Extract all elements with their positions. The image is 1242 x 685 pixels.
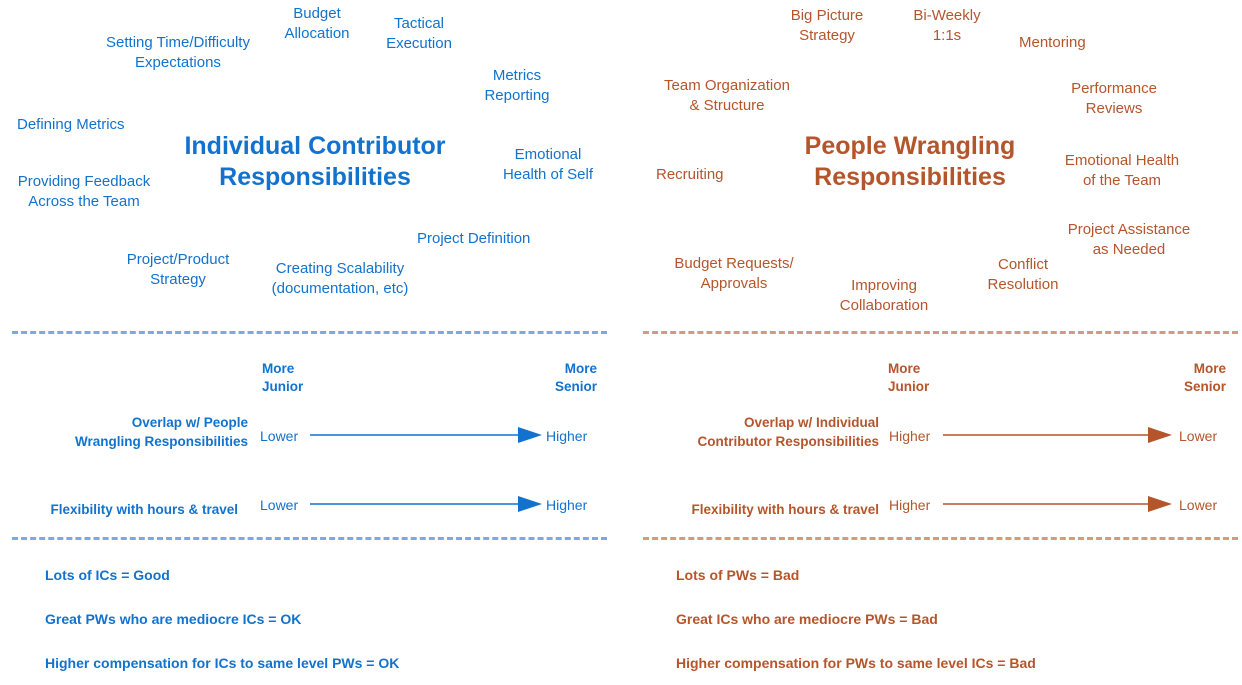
cloud-word: Recruiting bbox=[656, 166, 724, 183]
spectrum-row-label: Flexibility with hours & travel bbox=[691, 502, 879, 517]
cloud-word: Metrics Reporting bbox=[484, 67, 550, 104]
panel-people-wrangling: Big Picture Strategy Bi-Weekly 1:1s Ment… bbox=[621, 0, 1242, 685]
spectrum-row-start: Higher bbox=[889, 497, 931, 513]
spectrum-row-end: Lower bbox=[1179, 428, 1218, 444]
cloud-word: Improving Collaboration bbox=[839, 277, 929, 314]
divider-top-pw bbox=[643, 331, 1238, 334]
cloud-word: Mentoring bbox=[1019, 34, 1086, 51]
cloud-word: Providing Feedback Across the Team bbox=[17, 173, 151, 210]
axis-label-senior-ic: More Senior bbox=[554, 361, 597, 395]
spectrum-row-start: Higher bbox=[889, 428, 931, 444]
spectrum-row-start: Lower bbox=[260, 428, 299, 444]
cloud-word: Creating Scalability (documentation, etc… bbox=[271, 260, 409, 297]
cloud-word: Project/Product Strategy bbox=[126, 251, 230, 288]
spectrum-row-label: Overlap w/ People Wrangling Responsibili… bbox=[74, 415, 248, 450]
panel-individual-contributor: Setting Time/Difficulty Expectations Bud… bbox=[0, 0, 621, 685]
cloud-word: Tactical Execution bbox=[386, 15, 452, 52]
cloud-word: Budget Requests/ Approvals bbox=[674, 255, 794, 292]
cloud-word: Emotional Health of Self bbox=[502, 146, 594, 183]
cloud-word: Project Assistance as Needed bbox=[1067, 221, 1191, 258]
word-cloud-pw: Big Picture Strategy Bi-Weekly 1:1s Ment… bbox=[621, 0, 1242, 325]
axis-label-junior-pw: More Junior bbox=[888, 361, 930, 395]
cloud-title-ic: Individual Contributor Responsibilities bbox=[184, 132, 446, 191]
cloud-word: Emotional Health of the Team bbox=[1064, 152, 1180, 189]
conclusion-item: Great ICs who are mediocre PWs = Bad bbox=[676, 611, 938, 627]
cloud-word: Conflict Resolution bbox=[987, 256, 1059, 293]
divider-bottom-ic bbox=[12, 537, 607, 540]
slide-canvas: Setting Time/Difficulty Expectations Bud… bbox=[0, 0, 1242, 685]
conclusion-item: Higher compensation for PWs to same leve… bbox=[676, 655, 1036, 671]
divider-top-ic bbox=[12, 331, 607, 334]
spectrum-row-label: Overlap w/ Individual Contributor Respon… bbox=[697, 415, 879, 450]
cloud-word: Big Picture Strategy bbox=[790, 7, 864, 44]
spectrum-arrow-right-icon bbox=[310, 496, 542, 512]
conclusion-item: Great PWs who are mediocre ICs = OK bbox=[45, 611, 302, 627]
word-cloud-ic: Setting Time/Difficulty Expectations Bud… bbox=[0, 0, 621, 325]
cloud-title-pw: People Wrangling Responsibilities bbox=[804, 132, 1016, 191]
conclusion-item: Lots of ICs = Good bbox=[45, 567, 170, 583]
divider-bottom-pw bbox=[643, 537, 1238, 540]
conclusion-item: Higher compensation for ICs to same leve… bbox=[45, 655, 400, 671]
cloud-word: Team Organization & Structure bbox=[664, 77, 790, 114]
cloud-word: Bi-Weekly 1:1s bbox=[913, 7, 981, 44]
spectrum-arrow-right-icon bbox=[310, 427, 542, 443]
spectrum-arrow-right-icon bbox=[943, 496, 1172, 512]
spectrum-row-start: Lower bbox=[260, 497, 299, 513]
cloud-word: Project Definition bbox=[417, 230, 531, 247]
axis-label-junior-ic: More Junior bbox=[262, 361, 304, 395]
conclusion-item: Lots of PWs = Bad bbox=[676, 567, 800, 583]
spectrum-row-end: Lower bbox=[1179, 497, 1218, 513]
cloud-word: Setting Time/Difficulty Expectations bbox=[106, 34, 250, 71]
axis-label-senior-pw: More Senior bbox=[1183, 361, 1226, 395]
cloud-word: Budget Allocation bbox=[284, 5, 350, 42]
spectrum-row-end: Higher bbox=[546, 497, 588, 513]
spectrum-row-end: Higher bbox=[546, 428, 588, 444]
spectrum-arrow-right-icon bbox=[943, 427, 1172, 443]
spectrum-row-label: Flexibility with hours & travel bbox=[50, 502, 238, 517]
cloud-word: Performance Reviews bbox=[1071, 80, 1157, 117]
